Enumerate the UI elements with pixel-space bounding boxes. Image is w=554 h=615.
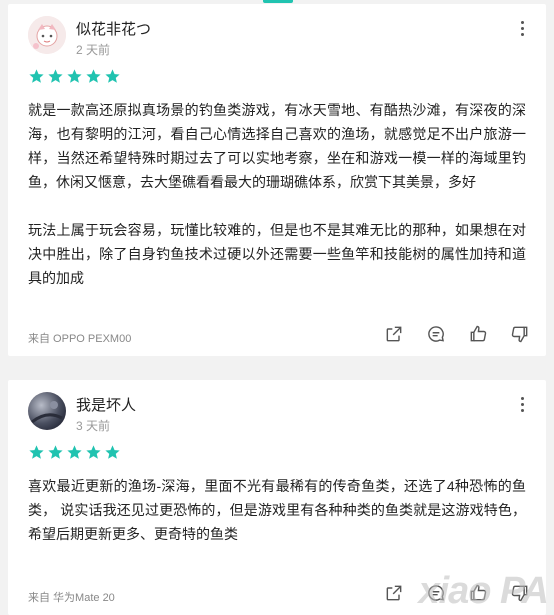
star-icon bbox=[86, 445, 101, 459]
username[interactable]: 似花非花つ bbox=[76, 18, 151, 39]
thumbs-up-icon[interactable] bbox=[468, 324, 488, 344]
review-text: 喜欢最近更新的渔场-深海，里面不光有最稀有的传奇鱼类，还选了4种恐怖的鱼类， 说… bbox=[28, 474, 526, 546]
star-icon bbox=[29, 69, 44, 83]
star-icon bbox=[48, 445, 63, 459]
star-icon bbox=[105, 445, 120, 459]
device-info: 来自 OPPO PEXM00 bbox=[28, 333, 132, 345]
more-options-icon[interactable] bbox=[512, 392, 532, 416]
star-rating bbox=[28, 444, 526, 468]
comment-icon[interactable] bbox=[426, 324, 446, 344]
thumbs-down-icon[interactable] bbox=[510, 324, 530, 344]
review-paragraph: 就是一款高还原拟真场景的钓鱼类游戏，有冰天雪地、有酷热沙滩，有深夜的深海，也有黎… bbox=[28, 102, 526, 190]
more-options-icon[interactable] bbox=[512, 16, 532, 40]
watermark: xiao PA bbox=[418, 570, 549, 612]
review-text: 就是一款高还原拟真场景的钓鱼类游戏，有冰天雪地、有酷热沙滩，有深夜的深海，也有黎… bbox=[28, 98, 526, 290]
avatar[interactable] bbox=[28, 392, 66, 430]
star-icon bbox=[86, 69, 101, 83]
review-card: 似花非花つ 2 天前 就是一款高还原拟真场景的钓鱼类游戏，有冰天雪地、有酷热沙滩… bbox=[8, 4, 546, 356]
tab-indicator bbox=[263, 0, 293, 3]
device-info: 来自 华为Mate 20 bbox=[28, 592, 115, 604]
star-icon bbox=[105, 69, 120, 83]
star-icon bbox=[67, 445, 82, 459]
star-rating bbox=[28, 68, 526, 92]
share-icon[interactable] bbox=[384, 324, 404, 344]
review-paragraph: 喜欢最近更新的渔场-深海，里面不光有最稀有的传奇鱼类，还选了4种恐怖的鱼类， 说… bbox=[28, 478, 526, 542]
share-icon[interactable] bbox=[384, 583, 404, 603]
review-paragraph: 玩法上属于玩会容易，玩懂比较难的，但是也不是其难无比的那种，如果想在对决中胜出，… bbox=[28, 222, 526, 286]
username[interactable]: 我是坏人 bbox=[76, 394, 136, 415]
star-icon bbox=[29, 445, 44, 459]
review-time: 3 天前 bbox=[76, 419, 111, 433]
avatar[interactable] bbox=[28, 16, 66, 54]
star-icon bbox=[67, 69, 82, 83]
star-icon bbox=[48, 69, 63, 83]
review-time: 2 天前 bbox=[76, 43, 111, 57]
